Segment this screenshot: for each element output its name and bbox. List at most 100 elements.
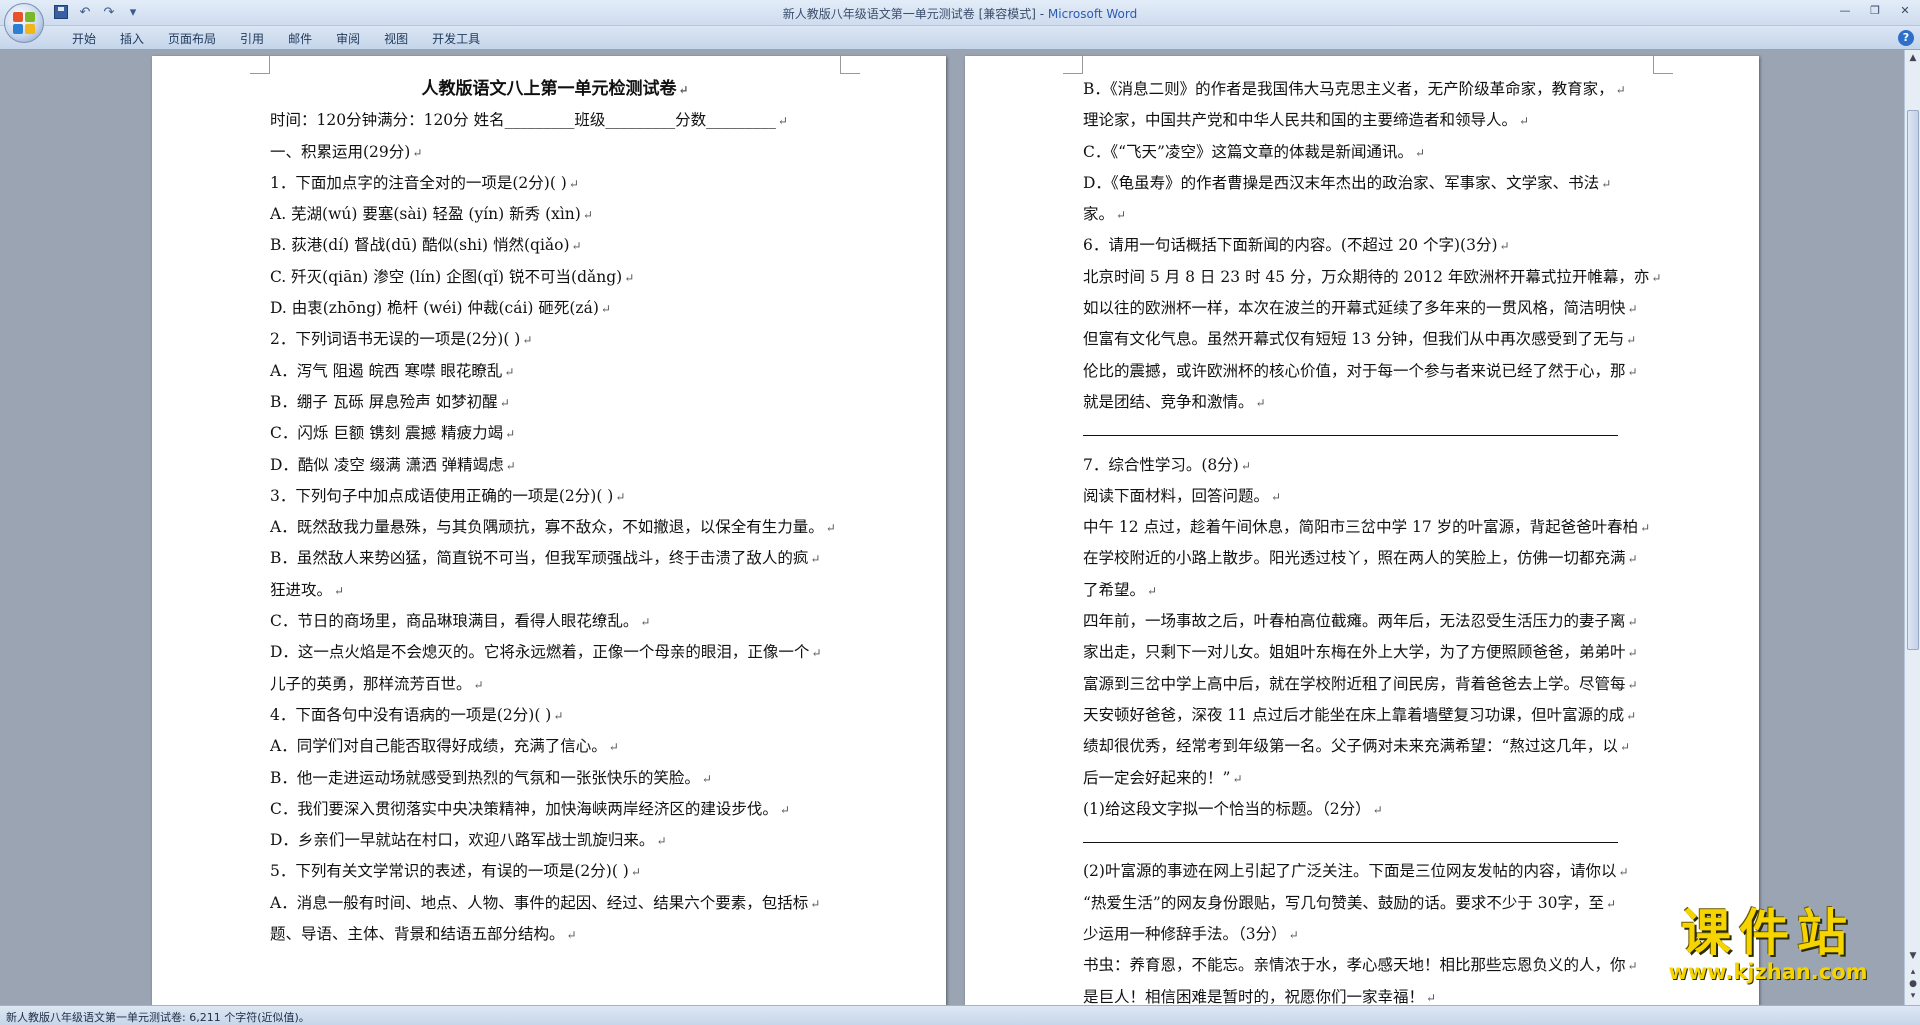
page-left-content[interactable]: 人教版语文八上第一单元检测试卷 ↵ 时间：120分钟满分：120分 姓名_____… [270, 74, 840, 950]
document-paragraph[interactable]: 富源到三岔中学上高中后，就在学校附近租了间民房，背着爸爸去上学。尽管每 ↵ [1083, 669, 1653, 700]
document-paragraph[interactable]: (1)给这段文字拟一个恰当的标题。（2分） ↵ [1083, 794, 1653, 825]
vertical-scrollbar[interactable]: ▲ ▼ ▴ ● ▾ [1904, 50, 1920, 1005]
document-paragraph[interactable]: “热爱生活”的网友身份跟贴，写几句赞美、鼓励的话。要求不少于 30字，至 ↵ [1083, 888, 1653, 919]
scroll-thumb[interactable] [1907, 110, 1919, 650]
minimize-icon[interactable]: — [1830, 0, 1860, 20]
document-paragraph[interactable]: A．既然敌我力量悬殊，与其负隅顽抗，寡不敌众，不如撤退，以保全有生力量。 ↵ [270, 512, 840, 543]
document-paragraph[interactable]: 3．下列句子中加点成语使用正确的一项是(2分)( ) ↵ [270, 481, 840, 512]
document-paragraph[interactable]: A．泻气 阻遏 皖西 寒噤 眼花瞭乱 ↵ [270, 356, 840, 387]
document-paragraph[interactable]: 1．下面加点字的注音全对的一项是(2分)( ) ↵ [270, 168, 840, 199]
document-paragraph[interactable]: 四年前，一场事故之后，叶春柏高位截瘫。两年后，无法忍受生活压力的妻子离 ↵ [1083, 606, 1653, 637]
document-paragraph[interactable]: 6．请用一句话概括下面新闻的内容。(不超过 20 个字)(3分) ↵ [1083, 230, 1653, 261]
document-paragraph[interactable]: 2．下列词语书无误的一项是(2分)( ) ↵ [270, 324, 840, 355]
document-paragraph[interactable]: 家出走，只剩下一对儿女。姐姐叶东梅在外上大学，为了方便照顾爸爸，弟弟叶 ↵ [1083, 637, 1653, 668]
document-paragraph[interactable]: B．他一走进运动场就感受到热烈的气氛和一张张快乐的笑脸。 ↵ [270, 763, 840, 794]
tab-review[interactable]: 审阅 [324, 30, 372, 48]
document-paragraph[interactable]: 绩却很优秀，经常考到年级第一名。父子俩对未来充满希望：“熬过这几年，以 ↵ [1083, 731, 1653, 762]
document-paragraph[interactable]: 了希望。 ↵ [1083, 575, 1653, 606]
paragraph-mark-icon: ↵ [1627, 646, 1638, 661]
document-page-right[interactable]: B．《消息二则》的作者是我国伟大马克思主义者，无产阶级革命家，教育家， ↵ 理论家，… [965, 54, 1759, 1005]
tab-insert[interactable]: 插入 [108, 30, 156, 48]
document-paragraph[interactable]: (2)叶富源的事迹在网上引起了广泛关注。下面是三位网友发帖的内容，请你以 ↵ [1083, 856, 1653, 887]
document-paragraph[interactable]: C．《“飞天”凌空》这篇文章的体裁是新闻通讯。 ↵ [1083, 137, 1653, 168]
document-paragraph[interactable]: 如以往的欧洲杯一样，本次在波兰的开幕式延续了多年来的一贯风格，简洁明快 ↵ [1083, 293, 1653, 324]
document-paragraph[interactable]: 5．下列有关文学常识的表述，有误的一项是(2分)( ) ↵ [270, 856, 840, 887]
document-paragraph[interactable]: A. 芜湖(wú) 要塞(sài) 轻盈 (yín) 新秀 (xìn) ↵ [270, 199, 840, 230]
tab-page-layout[interactable]: 页面布局 [156, 30, 228, 48]
customize-qat-icon[interactable]: ▾ [124, 3, 142, 21]
document-paragraph[interactable]: 7．综合性学习。(8分) ↵ [1083, 450, 1653, 481]
paragraph-mark-icon: ↵ [1627, 552, 1638, 567]
tab-references[interactable]: 引用 [228, 30, 276, 48]
document-paragraph[interactable]: C．我们要深入贯彻落实中央决策精神，加快海峡两岸经济区的建设步伐。 ↵ [270, 794, 840, 825]
document-paragraph[interactable]: D．《龟虽寿》的作者曹操是西汉末年杰出的政治家、军事家、文学家、书法 ↵ [1083, 168, 1653, 199]
document-paragraph[interactable]: 家。 ↵ [1083, 199, 1653, 230]
help-icon[interactable]: ? [1898, 30, 1914, 46]
redo-icon[interactable]: ↷ [100, 3, 118, 21]
document-paragraph[interactable]: B．绷子 瓦砾 屏息殓声 如梦初醒 ↵ [270, 387, 840, 418]
document-paragraph[interactable]: D．这一点火焰是不会熄灭的。它将永远燃着，正像一个母亲的眼泪，正像一个 ↵ [270, 637, 840, 668]
document-paragraph[interactable]: 理论家，中国共产党和中华人民共和国的主要缔造者和领导人。 ↵ [1083, 105, 1653, 136]
page-right-content[interactable]: B．《消息二则》的作者是我国伟大马克思主义者，无产阶级革命家，教育家， ↵ 理论家，… [1083, 74, 1661, 1005]
document-paragraph[interactable]: 就是团结、竞争和激情。 ↵ [1083, 387, 1653, 418]
document-paragraph[interactable]: B. 荻港(dí) 督战(dū) 酷似(shi) 悄然(qiǎo) ↵ [270, 230, 840, 261]
restore-icon[interactable]: ❐ [1860, 0, 1890, 20]
document-paragraph[interactable]: C．闪烁 巨额 镌刻 震撼 精疲力竭 ↵ [270, 418, 840, 449]
paragraph-mark-icon: ↵ [566, 928, 577, 943]
document-paragraph[interactable]: 阅读下面材料，回答问题。 ↵ [1083, 481, 1653, 512]
document-paragraph[interactable]: 中午 12 点过，趁着午间休息，简阳市三岔中学 17 岁的叶富源，背起爸爸叶春柏… [1083, 512, 1653, 543]
document-paragraph[interactable]: B．《消息二则》的作者是我国伟大马克思主义者，无产阶级革命家，教育家， ↵ [1083, 74, 1653, 105]
document-paragraph[interactable]: A．消息一般有时间、地点、人物、事件的起因、经过、结果六个要素，包括标 ↵ [270, 888, 840, 919]
document-paragraph[interactable]: 4．下面各句中没有语病的一项是(2分)( ) ↵ [270, 700, 840, 731]
tab-home[interactable]: 开始 [60, 30, 108, 48]
paragraph-text: C．我们要深入贯彻落实中央决策精神，加快海峡两岸经济区的建设步伐。 [270, 799, 778, 818]
document-paragraph[interactable]: 但富有文化气息。虽然开幕式仅有短短 13 分钟，但我们从中再次感受到了无与 ↵ [1083, 324, 1653, 355]
document-paragraph[interactable]: 书虫：养育恩，不能忘。亲情浓于水，孝心感天地！相比那些忘恩负义的人，你 ↵ [1083, 950, 1653, 981]
scroll-up-icon[interactable]: ▲ [1907, 52, 1919, 64]
undo-icon[interactable]: ↶ [76, 3, 94, 21]
document-paragraph[interactable]: C. 歼灭(qiān) 渗空 (lín) 企图(qǐ) 锐不可当(dǎng) ↵ [270, 262, 840, 293]
tab-developer[interactable]: 开发工具 [420, 30, 492, 48]
paragraph-mark-icon: ↵ [1232, 771, 1243, 786]
scroll-down-icon[interactable]: ▼ [1907, 950, 1919, 962]
document-paragraph[interactable]: 后一定会好起来的！” ↵ [1083, 763, 1653, 794]
document-paragraph[interactable]: 北京时间 5 月 8 日 23 时 45 分，万众期待的 2012 年欧洲杯开幕… [1083, 262, 1661, 293]
save-icon[interactable] [52, 3, 70, 21]
document-paragraph[interactable]: 在学校附近的小路上散步。阳光透过枝丫，照在两人的笑脸上，仿佛一切都充满 ↵ [1083, 543, 1653, 574]
document-paragraph[interactable]: D. 由衷(zhōng) 桅杆 (wéi) 仲裁(cái) 砸死(zá) ↵ [270, 293, 840, 324]
document-paragraph[interactable]: 题、导语、主体、背景和结语五部分结构。 ↵ [270, 919, 840, 950]
paragraph-mark-icon: ↵ [656, 834, 667, 849]
tab-view[interactable]: 视图 [372, 30, 420, 48]
document-paragraph[interactable]: 儿子的英勇，那样流芳百世。 ↵ [270, 669, 840, 700]
status-word-count[interactable]: 新人教版八年级语文第一单元测试卷: 6,211 个字符(近似值)。 [6, 1009, 310, 1025]
document-paragraph[interactable]: D．酷似 凌空 缀满 潇洒 弹精竭虑 ↵ [270, 450, 840, 481]
paragraph-mark-icon: ↵ [1147, 583, 1158, 598]
next-page-icon[interactable]: ▾ [1907, 990, 1919, 1002]
document-paragraph[interactable]: 是巨人！相信困难是暂时的，祝愿你们一家幸福！ ↵ [1083, 982, 1653, 1005]
paragraph-mark-icon: ↵ [1651, 270, 1662, 285]
document-paragraph[interactable]: 伦比的震撼，或许欧洲杯的核心价值，对于每一个参与者来说已经了然于心，那 ↵ [1083, 356, 1653, 387]
paragraph-text: (1)给这段文字拟一个恰当的标题。（2分） [1083, 799, 1371, 818]
ribbon: 开始 插入 页面布局 引用 邮件 审阅 视图 开发工具 ? [0, 26, 1920, 50]
document-paragraph[interactable]: 少运用一种修辞手法。（3分） ↵ [1083, 919, 1653, 950]
office-button[interactable] [4, 3, 44, 43]
tab-mailings[interactable]: 邮件 [276, 30, 324, 48]
answer-line[interactable] [1083, 825, 1653, 856]
document-paragraph[interactable]: B．虽然敌人来势凶猛，简直锐不可当，但我军顽强战斗，终于击溃了敌人的疯 ↵ [270, 543, 840, 574]
document-paragraph[interactable]: C．节日的商场里，商品琳琅满目，看得人眼花缭乱。 ↵ [270, 606, 840, 637]
document-paragraph[interactable]: 天安顿好爸爸，深夜 11 点过后才能坐在床上靠着墙壁复习功课，但叶富源的成 ↵ [1083, 700, 1653, 731]
select-browse-object-icon[interactable]: ● [1907, 978, 1919, 990]
document-paragraph[interactable]: 一、积累运用(29分) ↵ [270, 137, 840, 168]
document-paragraph[interactable]: A．同学们对自己能否取得好成绩，充满了信心。 ↵ [270, 731, 840, 762]
document-paragraph[interactable]: 时间：120分钟满分：120分 姓名_________班级_________分数… [270, 105, 840, 136]
document-workspace[interactable]: 人教版语文八上第一单元检测试卷 ↵ 时间：120分钟满分：120分 姓名_____… [0, 50, 1904, 1005]
document-page-left[interactable]: 人教版语文八上第一单元检测试卷 ↵ 时间：120分钟满分：120分 姓名_____… [152, 54, 946, 1005]
document-paragraph[interactable]: D．乡亲们一早就站在村口，欢迎八路军战士凯旋归来。 ↵ [270, 825, 840, 856]
crop-mark [1063, 54, 1083, 74]
document-paragraph[interactable]: 狂进攻。 ↵ [270, 575, 840, 606]
paragraph-text: 理论家，中国共产党和中华人民共和国的主要缔造者和领导人。 [1083, 111, 1518, 130]
answer-line[interactable] [1083, 418, 1653, 449]
close-icon[interactable]: ✕ [1890, 0, 1920, 20]
paragraph-text: “热爱生活”的网友身份跟贴，写几句赞美、鼓励的话。要求不少于 30字，至 [1083, 893, 1605, 912]
prev-page-icon[interactable]: ▴ [1907, 966, 1919, 978]
